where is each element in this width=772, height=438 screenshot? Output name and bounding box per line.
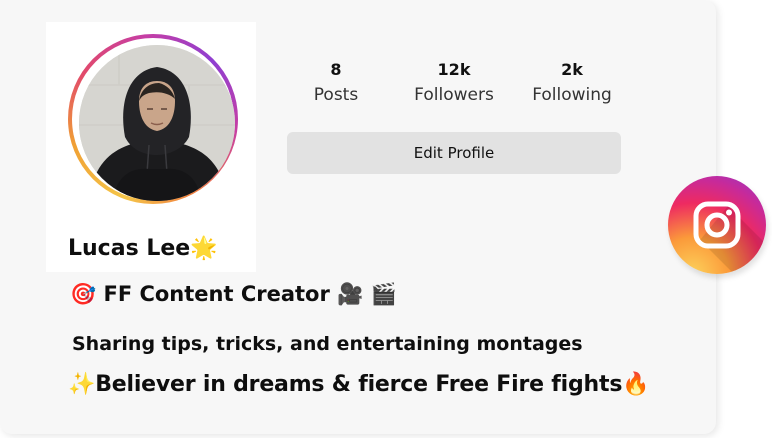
posts-label: Posts xyxy=(313,85,359,105)
bio-title-row: 🎯 FF Content Creator 🎥 🎬 xyxy=(70,282,397,307)
stage: 8 Posts 12k Followers 2k Following Edit … xyxy=(0,0,772,438)
edit-profile-button[interactable]: Edit Profile xyxy=(287,132,621,174)
bio-belief-row: ✨Believer in dreams & fierce Free Fire f… xyxy=(68,372,650,397)
followers-label: Followers xyxy=(414,85,494,105)
instagram-badge[interactable] xyxy=(668,176,766,274)
bio-tagline: Sharing tips, tricks, and entertaining m… xyxy=(72,333,583,355)
movie-camera-emoji: 🎥 xyxy=(337,282,364,306)
target-emoji: 🎯 xyxy=(70,282,97,306)
following-count: 2k xyxy=(561,60,583,79)
posts-count: 8 xyxy=(330,60,342,79)
profile-name-row: Lucas Lee🌟 xyxy=(68,236,218,261)
fire-emoji: 🔥 xyxy=(622,372,650,397)
avatar-photo xyxy=(79,45,235,201)
glowing-star-emoji: 🌟 xyxy=(190,236,218,261)
bio-belief: Believer in dreams & fierce Free Fire fi… xyxy=(95,372,623,397)
bio-title: FF Content Creator xyxy=(103,282,330,306)
followers-count: 12k xyxy=(437,60,471,79)
following-label: Following xyxy=(532,85,612,105)
stat-posts[interactable]: 8 Posts xyxy=(281,58,391,108)
stat-followers[interactable]: 12k Followers xyxy=(399,58,509,108)
avatar xyxy=(79,45,235,201)
clapper-board-emoji: 🎬 xyxy=(370,282,397,306)
sparkles-emoji: ✨ xyxy=(68,372,96,397)
avatar-story-ring[interactable] xyxy=(68,34,238,204)
instagram-icon xyxy=(693,201,766,274)
profile-name: Lucas Lee xyxy=(68,236,191,261)
stat-following[interactable]: 2k Following xyxy=(517,58,627,108)
